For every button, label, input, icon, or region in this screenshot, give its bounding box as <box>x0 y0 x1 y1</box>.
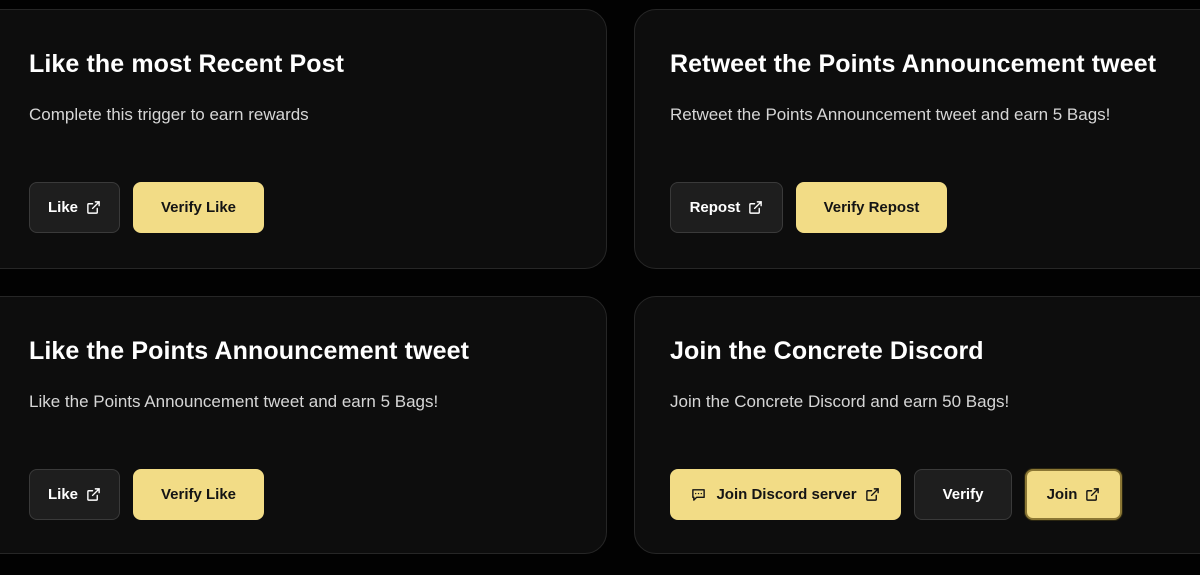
like-button[interactable]: Like <box>29 182 120 233</box>
verify-like-button[interactable]: Verify Like <box>133 469 264 520</box>
join-button[interactable]: Join <box>1025 469 1122 520</box>
verify-discord-button[interactable]: Verify <box>914 469 1012 520</box>
task-card-retweet-announcement: Retweet the Points Announcement tweet Re… <box>634 9 1200 269</box>
card-actions: Like Verify Like <box>29 469 264 520</box>
join-discord-server-button[interactable]: Join Discord server <box>670 469 901 520</box>
card-description: Join the Concrete Discord and earn 50 Ba… <box>670 392 1010 411</box>
verify-like-label: Verify Like <box>160 199 237 216</box>
tasks-grid: Like the most Recent Post Complete this … <box>0 0 1200 575</box>
card-description: Retweet the Points Announcement tweet an… <box>670 105 1111 124</box>
verify-repost-button[interactable]: Verify Repost <box>796 182 947 233</box>
verify-repost-label: Verify Repost <box>823 199 920 216</box>
card-actions: Like Verify Like <box>29 182 264 233</box>
join-discord-server-label: Join Discord server <box>716 486 857 503</box>
like-button-label: Like <box>47 486 78 503</box>
repost-button[interactable]: Repost <box>670 182 783 233</box>
card-description: Like the Points Announcement tweet and e… <box>29 392 439 411</box>
card-title: Like the most Recent Post <box>29 50 345 78</box>
verify-discord-label: Verify <box>942 486 984 503</box>
verify-like-label: Verify Like <box>160 486 237 503</box>
external-link-icon <box>1085 487 1100 502</box>
card-description: Complete this trigger to earn rewards <box>29 105 309 124</box>
card-title: Like the Points Announcement tweet <box>29 337 470 365</box>
card-title: Join the Concrete Discord <box>670 337 984 365</box>
external-link-icon <box>86 487 101 502</box>
task-card-join-discord: Join the Concrete Discord Join the Concr… <box>634 296 1200 554</box>
task-card-like-announcement: Like the Points Announcement tweet Like … <box>0 296 607 554</box>
external-link-icon <box>86 200 101 215</box>
card-actions: Repost Verify Repost <box>670 182 947 233</box>
like-button-label: Like <box>47 199 78 216</box>
external-link-icon <box>865 487 880 502</box>
task-card-like-recent-post: Like the most Recent Post Complete this … <box>0 9 607 269</box>
repost-button-label: Repost <box>689 199 741 216</box>
external-link-icon <box>748 200 763 215</box>
card-title: Retweet the Points Announcement tweet <box>670 50 1157 78</box>
chat-icon <box>691 487 706 502</box>
verify-like-button[interactable]: Verify Like <box>133 182 264 233</box>
like-button[interactable]: Like <box>29 469 120 520</box>
join-button-label: Join <box>1046 486 1078 503</box>
card-actions: Join Discord server Verify Join <box>670 469 1122 520</box>
